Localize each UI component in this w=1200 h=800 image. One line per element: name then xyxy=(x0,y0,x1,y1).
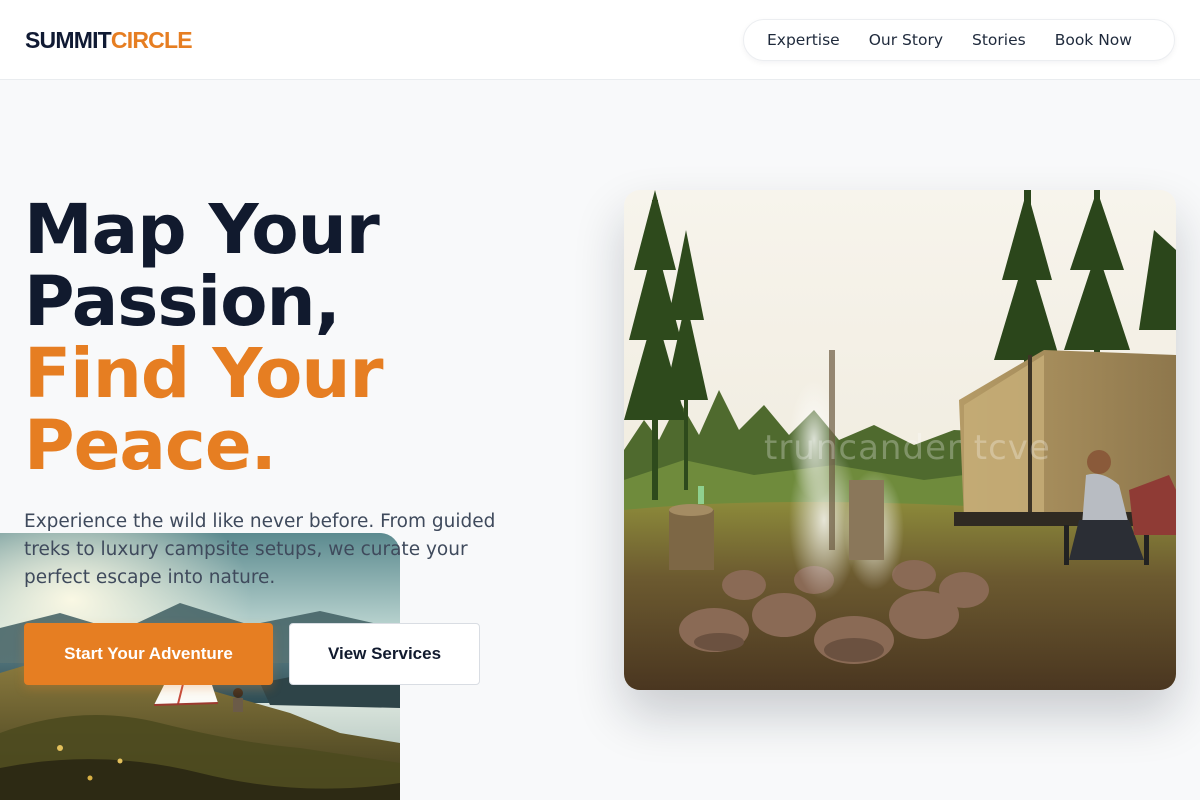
headline-line-2: Passion, xyxy=(24,262,341,342)
site-header: SUMMITCIRCLE Expertise Our Story Stories… xyxy=(0,0,1200,80)
hero-headline: Map Your Passion, Find Your Peace. xyxy=(24,190,384,486)
brand-logo-part1: SUMMIT xyxy=(25,27,112,53)
photo-watermark: truncander tcve xyxy=(764,428,1051,468)
start-adventure-button[interactable]: Start Your Adventure xyxy=(24,623,273,685)
headline-line-4: Peace. xyxy=(24,406,277,486)
nav-item-book-now[interactable]: Book Now xyxy=(1055,30,1132,50)
headline-line-3: Find Your xyxy=(24,334,384,414)
nav-item-stories[interactable]: Stories xyxy=(972,30,1026,50)
brand-logo[interactable]: SUMMITCIRCLE xyxy=(25,26,193,54)
campfire-campsite-photo: truncander tcve xyxy=(624,190,1176,690)
brand-logo-part2: CIRCLE xyxy=(110,27,193,53)
hero-description: Experience the wild like never before. F… xyxy=(24,511,496,588)
nav-item-our-story[interactable]: Our Story xyxy=(869,30,943,50)
main-nav: Expertise Our Story Stories Book Now xyxy=(743,19,1175,61)
nav-item-expertise[interactable]: Expertise xyxy=(767,30,840,50)
headline-line-1: Map Your xyxy=(24,190,380,270)
view-services-button[interactable]: View Services xyxy=(289,623,480,685)
